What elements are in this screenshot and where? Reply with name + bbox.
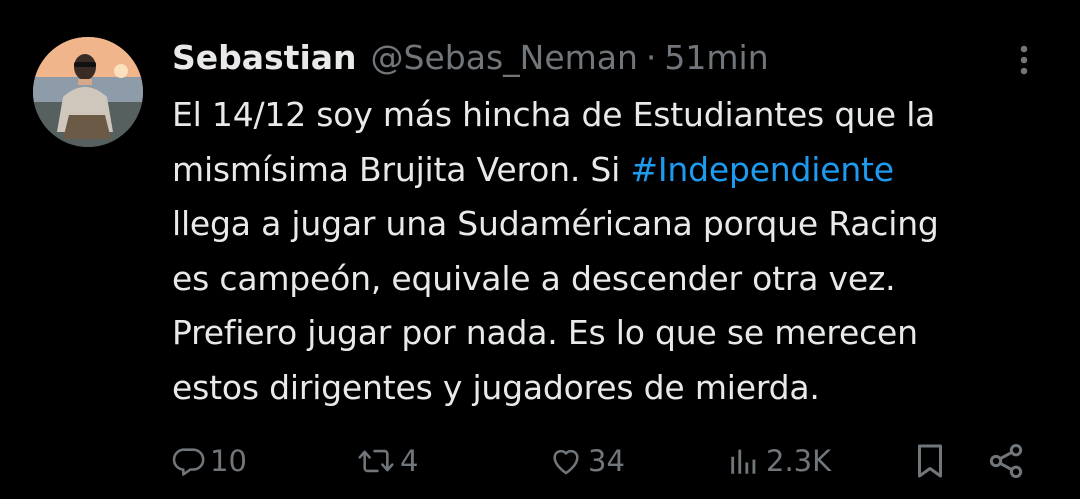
reply-count: 10 bbox=[210, 444, 247, 478]
views-button[interactable]: 2.3K bbox=[726, 436, 831, 486]
reply-icon bbox=[172, 448, 205, 476]
share-button[interactable] bbox=[986, 436, 1026, 486]
author-handle[interactable]: @Sebas_Neman bbox=[371, 38, 638, 77]
action-bar: 10 4 34 2.3K bbox=[0, 436, 1080, 486]
separator-dot: · bbox=[645, 37, 657, 77]
tweet-text: El 14/12 soy más hincha de Estudiantes q… bbox=[172, 88, 1052, 415]
share-icon bbox=[989, 444, 1023, 478]
tweet[interactable]: Sebastian @Sebas_Neman · 51min El 14/12 … bbox=[0, 0, 1080, 499]
like-button[interactable]: 34 bbox=[548, 436, 625, 486]
author-name[interactable]: Sebastian bbox=[172, 38, 357, 77]
tweet-text-line: es campeón, equivale a descender otra ve… bbox=[172, 258, 896, 298]
retweet-icon bbox=[358, 449, 394, 473]
more-options-button[interactable] bbox=[1010, 40, 1038, 80]
hashtag-link[interactable]: #Independiente bbox=[630, 150, 894, 189]
heart-icon bbox=[553, 449, 579, 475]
bookmark-button[interactable] bbox=[912, 436, 948, 486]
tweet-text-line: llega a jugar una Sudaméricana porque Ra… bbox=[172, 204, 939, 243]
like-count: 34 bbox=[588, 444, 625, 478]
tweet-text-line: estos dirigentes y jugadores de mierda. bbox=[172, 367, 820, 407]
tweet-header: Sebastian @Sebas_Neman · 51min bbox=[172, 34, 769, 80]
tweet-text-fragment: mismísima Brujita Veron. Si bbox=[172, 149, 631, 189]
view-count: 2.3K bbox=[766, 444, 832, 478]
bookmark-icon bbox=[918, 444, 942, 478]
avatar[interactable] bbox=[33, 37, 143, 147]
tweet-text-line: Prefiero jugar por nada. Es lo que se me… bbox=[172, 313, 918, 352]
retweet-count: 4 bbox=[400, 444, 419, 478]
views-chart-icon bbox=[731, 449, 756, 474]
tweet-text-line: mismísima Brujita Veron. Si #Independien… bbox=[172, 143, 1052, 198]
timestamp[interactable]: 51min bbox=[664, 38, 768, 77]
tweet-text-line: El 14/12 soy más hincha de Estudiantes q… bbox=[172, 95, 936, 134]
avatar-photo bbox=[33, 37, 143, 147]
more-vertical-icon bbox=[1020, 45, 1028, 75]
retweet-button[interactable]: 4 bbox=[356, 436, 418, 486]
reply-button[interactable]: 10 bbox=[172, 436, 247, 486]
